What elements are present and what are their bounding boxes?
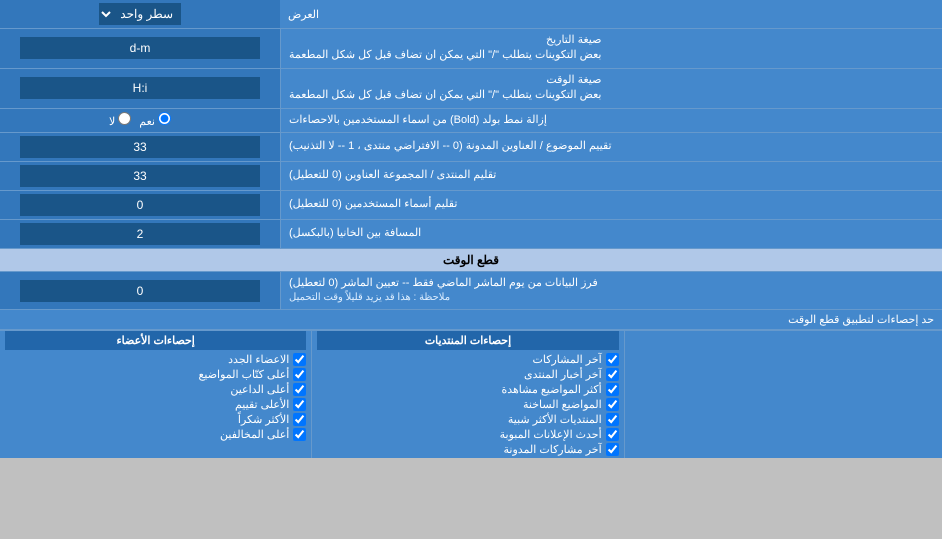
display-select[interactable]: سطر واحد سطران ثلاثة أسطر — [99, 3, 181, 25]
cutoff-input-cell — [0, 272, 280, 309]
col2-check-5[interactable] — [606, 428, 619, 441]
radio-no-label: لا — [109, 112, 131, 128]
col1-checkbox-item-2: أعلى الداعين — [5, 383, 306, 396]
col2-checkbox-item-2: أكثر المواضيع مشاهدة — [317, 383, 618, 396]
time-format-input[interactable] — [20, 77, 260, 99]
spacing-input-cell — [0, 220, 280, 248]
radio-yes[interactable] — [158, 112, 171, 125]
col2-check-6[interactable] — [606, 443, 619, 456]
col2-checkbox-item-4: المنتديات الأكثر شبية — [317, 413, 618, 426]
cutoff-input[interactable] — [20, 280, 260, 302]
user-order-label: تقليم أسماء المستخدمين (0 للتعطيل) — [280, 191, 942, 219]
user-order-input-cell — [0, 191, 280, 219]
col2-checkbox-item-1: آخر أخبار المنتدى — [317, 368, 618, 381]
forum-order-label: تقليم المنتدى / المجموعة العناوين (0 للت… — [280, 162, 942, 190]
col1-checkbox-item-3: الأعلى تقييم — [5, 398, 306, 411]
col1-check-1[interactable] — [293, 368, 306, 381]
radio-yes-label: نعم — [139, 112, 171, 128]
cutoff-row-label: فرز البيانات من يوم الماشر الماضي فقط --… — [280, 272, 942, 309]
display-select-cell: سطر واحد سطران ثلاثة أسطر — [0, 0, 280, 28]
date-format-input[interactable] — [20, 37, 260, 59]
col2-check-3[interactable] — [606, 398, 619, 411]
col1-checkbox-item-0: الاعضاء الجدد — [5, 353, 306, 366]
col2-checkbox-item-6: آخر مشاركات المدونة — [317, 443, 618, 456]
col2-check-4[interactable] — [606, 413, 619, 426]
date-format-label: صيغة التاريخ بعض التكوينات يتطلب "/" الت… — [280, 29, 942, 68]
col2-header: إحصاءات المنتديات — [317, 331, 618, 350]
topic-order-input-cell — [0, 133, 280, 161]
col2-check-0[interactable] — [606, 353, 619, 366]
spacing-input[interactable] — [20, 223, 260, 245]
col1-checkbox-item-5: أعلى المخالفين — [5, 428, 306, 441]
topic-order-label: تقييم الموضوع / العناوين المدونة (0 -- ا… — [280, 133, 942, 161]
cutoff-section-header: قطع الوقت — [0, 249, 942, 272]
col1-check-0[interactable] — [293, 353, 306, 366]
spacing-label: المسافة بين الخانيا (بالبكسل) — [280, 220, 942, 248]
col1-check-4[interactable] — [293, 413, 306, 426]
section-label: العرض — [280, 0, 942, 28]
limit-label: حد إحصاءات لتطبيق قطع الوقت — [0, 310, 942, 330]
col1-check-5[interactable] — [293, 428, 306, 441]
bold-remove-label: إزالة نمط بولد (Bold) من اسماء المستخدمي… — [280, 109, 942, 132]
time-format-label: صيغة الوقت بعض التكوينات يتطلب "/" التي … — [280, 69, 942, 108]
col1-check-2[interactable] — [293, 383, 306, 396]
radio-no[interactable] — [118, 112, 131, 125]
col2-check-2[interactable] — [606, 383, 619, 396]
forum-order-input[interactable] — [20, 165, 260, 187]
col1-checkbox-item-1: أعلى كتّاب المواضيع — [5, 368, 306, 381]
date-format-input-cell — [0, 29, 280, 68]
forum-order-input-cell — [0, 162, 280, 190]
col2-checkbox-item-0: آخر المشاركات — [317, 353, 618, 366]
time-format-input-cell — [0, 69, 280, 108]
col1-header: إحصاءات الأعضاء — [5, 331, 306, 350]
col2-checkbox-item-5: أحدث الإعلانات المبوبة — [317, 428, 618, 441]
col1-checkbox-item-4: الأكثر شكراً — [5, 413, 306, 426]
col2-check-1[interactable] — [606, 368, 619, 381]
user-order-input[interactable] — [20, 194, 260, 216]
bold-remove-radio-cell: نعم لا — [0, 109, 280, 132]
col2-checkbox-item-3: المواضيع الساخنة — [317, 398, 618, 411]
topic-order-input[interactable] — [20, 136, 260, 158]
col1-check-3[interactable] — [293, 398, 306, 411]
